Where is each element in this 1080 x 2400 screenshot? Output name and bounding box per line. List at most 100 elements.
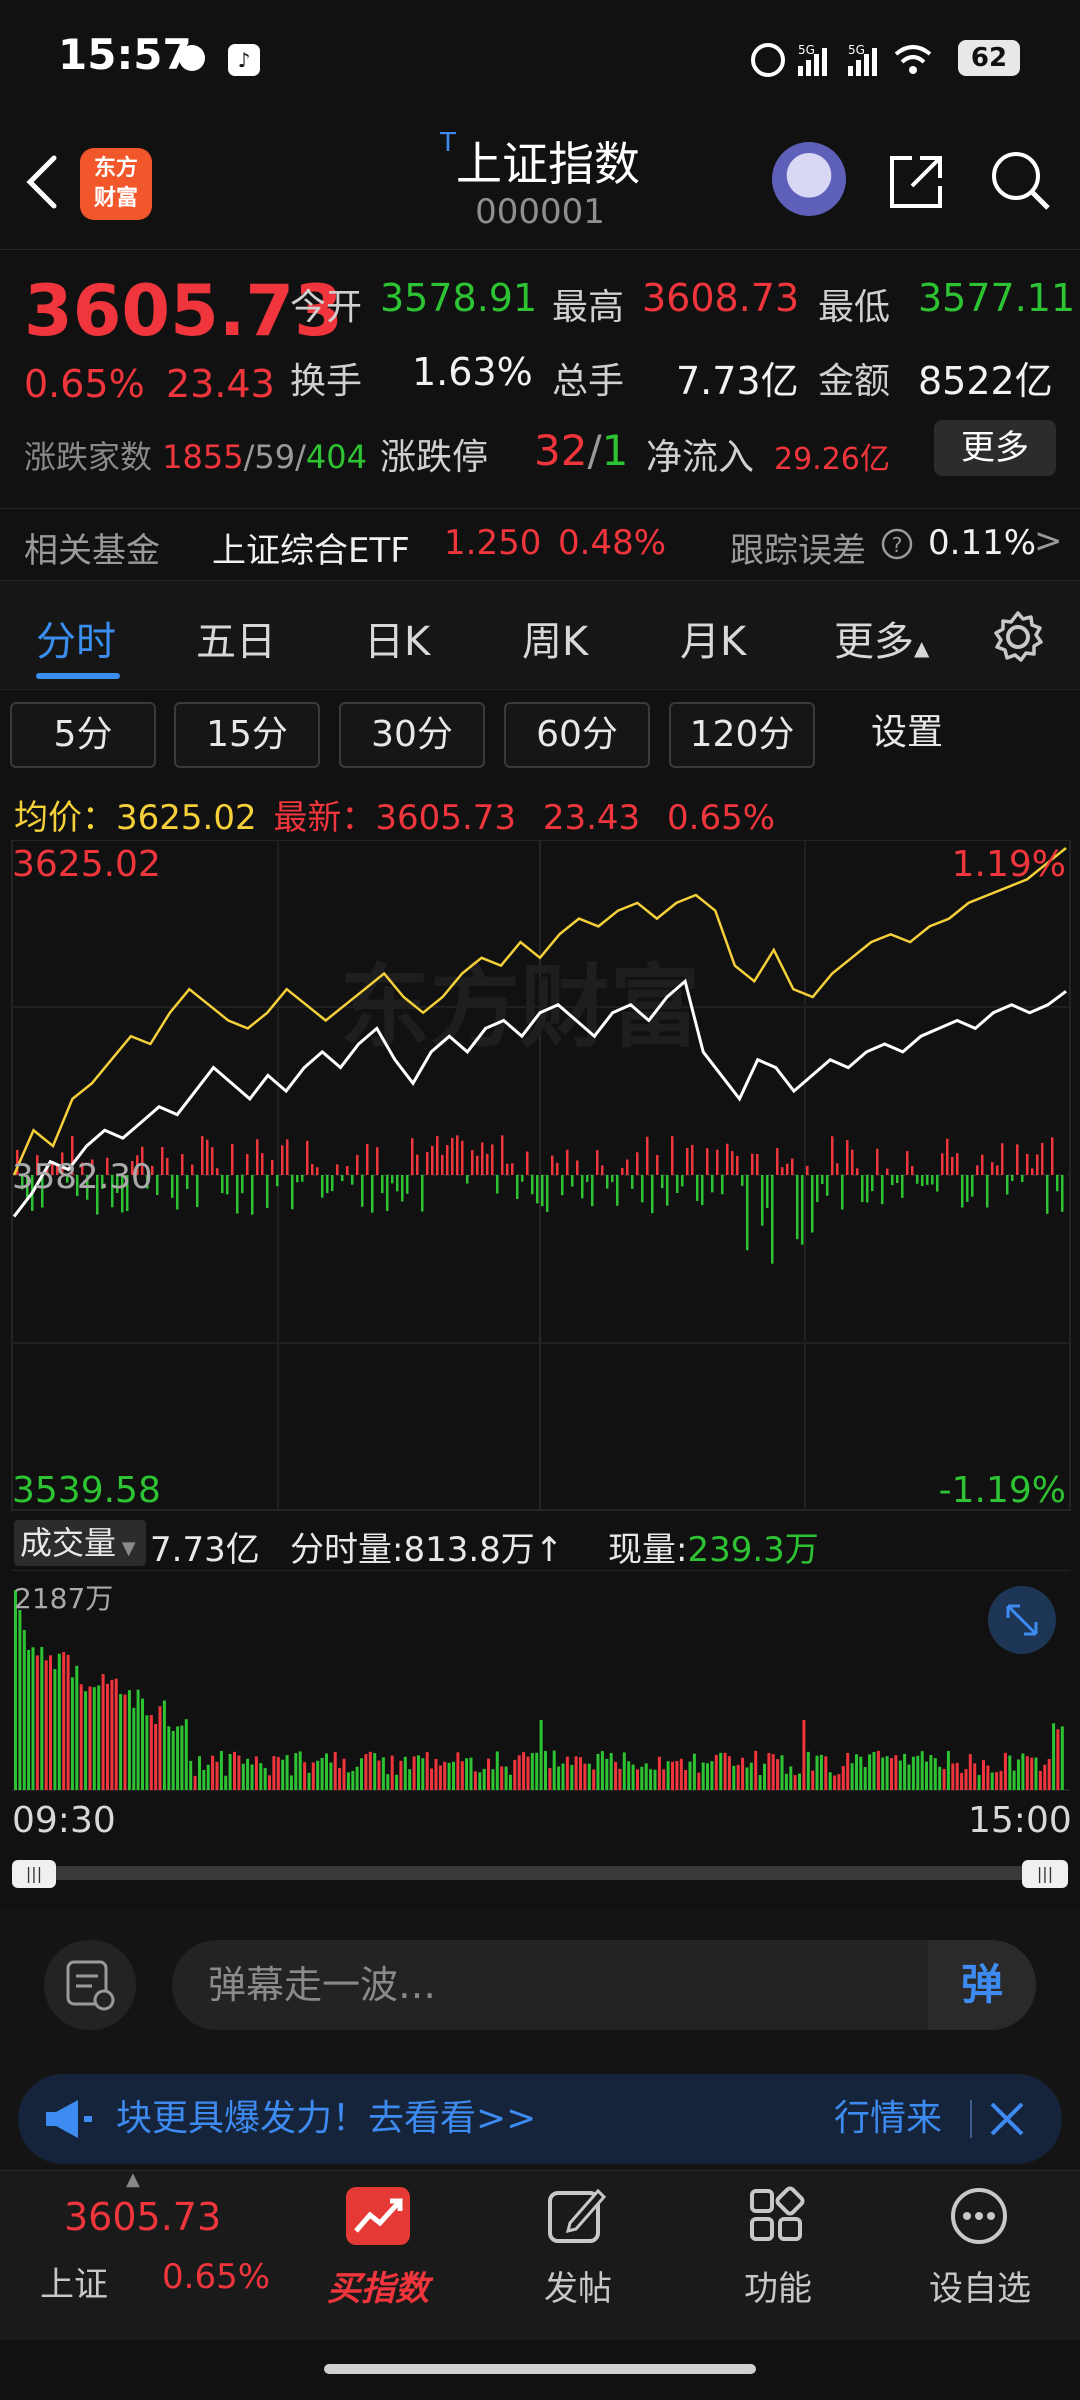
intraday-bar-down [881,1175,884,1205]
buy-index-icon [346,2187,410,2245]
volume-bar-down [898,1760,902,1790]
intraday-bar-up [166,1157,169,1175]
time-range-slider[interactable] [14,1866,1066,1880]
volume-bar-down [482,1768,486,1790]
period-5min[interactable]: 5分 [10,702,156,768]
danmu-settings-icon[interactable] [44,1940,136,2030]
low-value: 3577.11 [918,276,1076,320]
tab-five-day[interactable]: 五日 [196,609,276,667]
period-120min[interactable]: 120分 [669,702,815,768]
period-30min[interactable]: 30分 [339,702,485,768]
intraday-bar-down [801,1175,804,1245]
intraday-bar-up [501,1135,504,1175]
volume-bar-down [1052,1723,1056,1790]
intraday-bar-down [466,1175,469,1184]
intraday-bar-up [941,1153,944,1175]
volume-bar-down [855,1754,858,1790]
tab-monthly-k[interactable]: 月K [680,609,746,667]
intraday-bar-down [406,1175,409,1194]
danmu-send-button[interactable]: 弹 [928,1940,1036,2030]
volume-bar-up [942,1768,946,1790]
slider-handle-left[interactable]: ||| [12,1860,56,1888]
intraday-bar-up [626,1159,629,1175]
intraday-bar-up [576,1160,579,1175]
tab-intraday[interactable]: 分时 [36,609,116,667]
help-icon[interactable]: ? [880,527,914,561]
volume-bar-up [110,1679,114,1790]
volume-bar-up [513,1759,517,1790]
volume-bar-down [373,1753,377,1790]
intraday-bar-down [1046,1175,1049,1214]
volume-bar-up [101,1674,105,1790]
assistant-robot-icon[interactable] [772,142,846,216]
volume-bar-up [811,1770,815,1790]
close-icon[interactable] [988,2100,1026,2138]
nav-index-price[interactable]: 3605.73 [64,2195,221,2239]
axis-top-left: 3625.02 [12,844,161,885]
total-hands-label: 总手 [552,361,625,402]
nav-functions[interactable]: 功能 [708,2261,848,2310]
period-60min[interactable]: 60分 [504,702,650,768]
intraday-bar-up [981,1154,984,1175]
nav-add-watchlist[interactable]: 设自选 [910,2261,1050,2310]
intraday-bar-up [426,1152,429,1175]
intraday-bar-up [446,1145,449,1175]
intraday-bar-down [391,1175,394,1184]
intraday-chart[interactable]: 东方财富 3625.02 1.19% 3582.30 3539.58 -1.19… [0,840,1080,1520]
intraday-bar-up [566,1149,569,1175]
volume-bar-down [504,1766,508,1790]
tab-more[interactable]: 更多▲ [834,609,929,667]
slider-handle-right[interactable]: ||| [1022,1860,1068,1888]
intraday-bar-down [931,1175,934,1185]
volume-bar-up [303,1762,307,1790]
volume-bar-down [145,1715,149,1790]
period-settings[interactable]: 设置 [834,702,980,768]
tracking-value: 0.11% [928,523,1037,563]
period-15min[interactable]: 15分 [174,702,320,768]
volume-bar-up [999,1770,1003,1790]
more-quote-button[interactable]: 更多 [934,420,1056,476]
time-start: 09:30 [12,1800,116,1841]
volume-bar-up [443,1761,447,1790]
intraday-bar-up [1001,1143,1004,1175]
gear-icon[interactable] [990,609,1046,665]
intraday-bar-up [511,1163,514,1175]
intraday-bar-up [976,1165,979,1175]
nav-buy-index[interactable]: 买指数 [308,2261,448,2310]
intraday-bar-down [291,1175,294,1210]
intraday-bar-up [1016,1144,1019,1175]
volume-bar-down [552,1750,556,1790]
volume-bar-up [736,1764,740,1790]
volume-total: 7.73亿 [150,1530,260,1570]
related-fund-row[interactable]: 相关基金 上证综合ETF 1.250 0.48% 跟踪误差 ? 0.11% > [0,508,1080,578]
tab-weekly-k[interactable]: 周K [522,609,588,667]
volume-bar-down [710,1761,714,1790]
volume-bar-down [881,1757,885,1790]
intraday-bar-down [571,1175,574,1187]
volume-bar-down [346,1772,350,1790]
volume-bar-down [653,1769,657,1790]
danmu-input[interactable]: 弹幕走一波… [172,1940,1036,2030]
intraday-bar-down [371,1175,374,1213]
volume-bar-down [911,1756,915,1790]
apps-icon [750,2186,805,2241]
volume-bar-down [990,1772,994,1790]
nav-post[interactable]: 发帖 [508,2261,648,2310]
search-icon[interactable] [988,148,1054,214]
tab-daily-k[interactable]: 日K [364,609,430,667]
tracking-label: 跟踪误差 [730,531,866,571]
volume-bar-up [1056,1729,1060,1790]
volume-bar-up [193,1775,197,1790]
volume-indicator-select[interactable]: 成交量 ▼ [14,1520,146,1566]
volume-bar-up [473,1771,477,1790]
svg-text:?: ? [892,533,903,557]
volume-bar-up [364,1754,368,1790]
intraday-bar-up [366,1143,369,1175]
volume-bar-up [951,1763,955,1790]
share-icon[interactable] [884,150,948,214]
volume-bar-up [1043,1764,1047,1790]
volume-bar-down [819,1754,823,1790]
volume-bar-down [557,1766,561,1790]
notice-banner[interactable]: 块更具爆发力！去看看>> 行情来 [18,2074,1062,2164]
intraday-bar-down [681,1175,684,1187]
